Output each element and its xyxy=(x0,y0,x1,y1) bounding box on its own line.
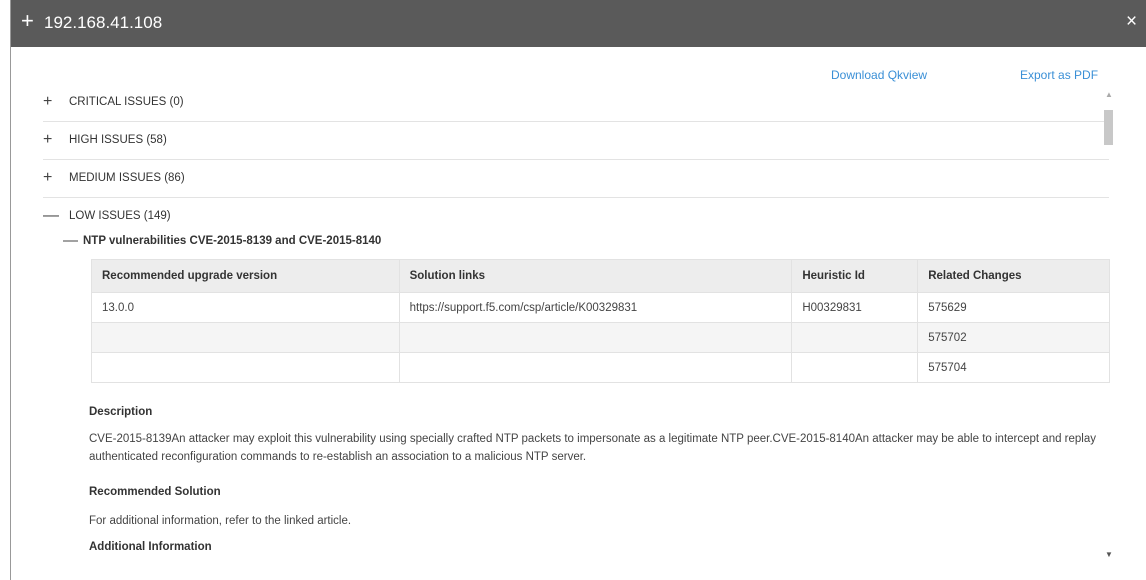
section-label: MEDIUM ISSUES (86) xyxy=(69,172,185,184)
download-qkview-link[interactable]: Download Qkview xyxy=(831,68,927,82)
minus-icon: — xyxy=(43,207,59,224)
scrollbar-thumb[interactable] xyxy=(1104,110,1113,145)
table-cell: H00329831 xyxy=(791,292,919,323)
section-medium-issues[interactable]: + MEDIUM ISSUES (86) xyxy=(43,161,1109,198)
section-label: LOW ISSUES (149) xyxy=(69,210,171,222)
section-critical-issues[interactable]: + CRITICAL ISSUES (0) xyxy=(43,85,1109,122)
table-cell: 575702 xyxy=(917,322,1110,353)
description-text: CVE-2015-8139An attacker may exploit thi… xyxy=(89,433,1096,463)
table-cell xyxy=(91,322,400,353)
recommended-solution-text: For additional information, refer to the… xyxy=(89,515,352,527)
plus-icon: + xyxy=(43,169,53,186)
table-cell xyxy=(791,352,919,383)
section-label: HIGH ISSUES (58) xyxy=(69,134,167,146)
table-row: 575702 xyxy=(91,322,1110,353)
section-label: CRITICAL ISSUES (0) xyxy=(69,96,184,108)
report-dialog: + 192.168.41.108 × Download Qkview Expor… xyxy=(10,0,1146,580)
table-cell xyxy=(398,352,793,383)
column-header: Solution links xyxy=(398,259,793,293)
plus-icon: + xyxy=(43,131,53,148)
issue-title: NTP vulnerabilities CVE-2015-8139 and CV… xyxy=(83,235,382,247)
issue-details-table: Recommended upgrade version Solution lin… xyxy=(91,259,1110,383)
expand-icon[interactable]: + xyxy=(21,10,34,32)
section-low-issues[interactable]: — LOW ISSUES (149) xyxy=(43,199,1109,236)
dialog-titlebar: + 192.168.41.108 × xyxy=(11,0,1146,47)
section-high-issues[interactable]: + HIGH ISSUES (58) xyxy=(43,123,1109,160)
table-cell xyxy=(91,352,400,383)
close-icon[interactable]: × xyxy=(1126,12,1137,32)
table-cell: 575629 xyxy=(917,292,1110,323)
column-header: Recommended upgrade version xyxy=(91,259,400,293)
table-row: 575704 xyxy=(91,352,1110,383)
vertical-scrollbar[interactable]: ▲ ▼ xyxy=(1103,90,1115,568)
recommended-solution-heading: Recommended Solution xyxy=(89,486,221,498)
column-header: Related Changes xyxy=(917,259,1110,293)
dialog-title: 192.168.41.108 xyxy=(44,13,163,32)
table-header-row: Recommended upgrade version Solution lin… xyxy=(91,259,1110,293)
plus-icon: + xyxy=(43,93,53,110)
description-heading: Description xyxy=(89,406,153,418)
scroll-up-icon[interactable]: ▲ xyxy=(1105,90,1113,99)
solution-link[interactable]: https://support.f5.com/csp/article/K0032… xyxy=(398,292,793,323)
scroll-down-icon[interactable]: ▼ xyxy=(1105,550,1113,559)
table-cell: 13.0.0 xyxy=(91,292,400,323)
table-cell xyxy=(398,322,793,353)
table-row: 13.0.0 https://support.f5.com/csp/articl… xyxy=(91,292,1110,323)
column-header: Heuristic Id xyxy=(791,259,919,293)
minus-icon: — xyxy=(63,232,78,249)
table-cell xyxy=(791,322,919,353)
export-pdf-link[interactable]: Export as PDF xyxy=(1020,68,1098,82)
additional-information-heading: Additional Information xyxy=(89,541,212,553)
table-cell: 575704 xyxy=(917,352,1110,383)
